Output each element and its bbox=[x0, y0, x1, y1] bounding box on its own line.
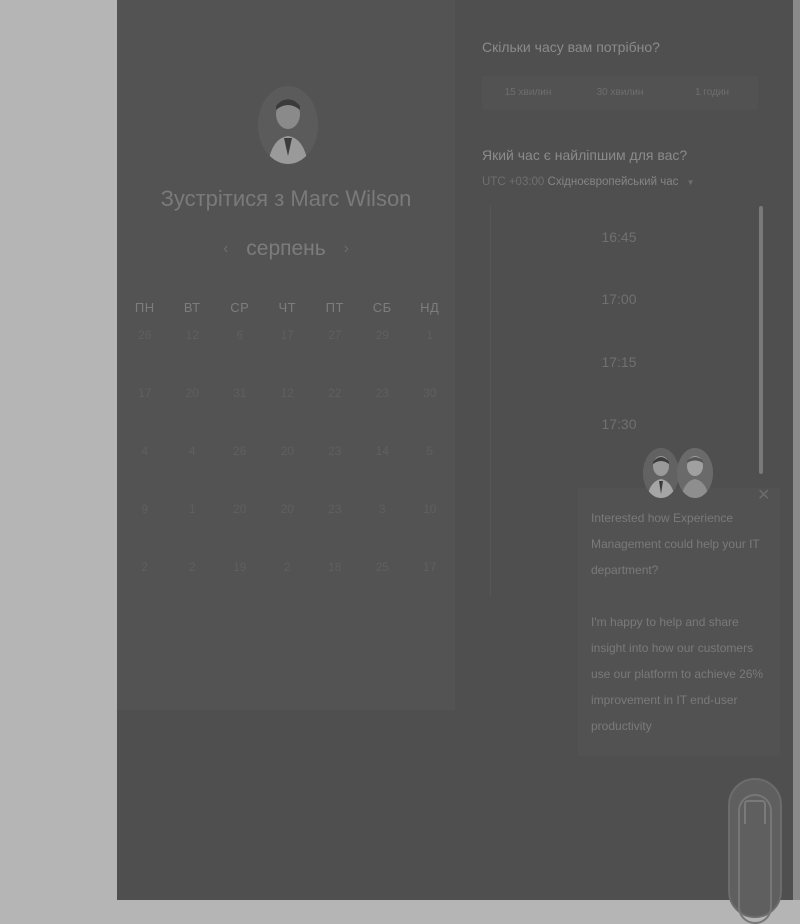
agent-avatar bbox=[677, 448, 713, 498]
calendar-day[interactable]: 27 bbox=[311, 322, 359, 380]
host-name: Marc Wilson bbox=[290, 186, 412, 211]
calendar-day[interactable]: 26 bbox=[121, 322, 169, 380]
time-slot[interactable]: 17:15 bbox=[491, 337, 747, 387]
weekday-label: СБ bbox=[372, 300, 392, 315]
chat-bubble-icon bbox=[744, 800, 766, 824]
calendar-day[interactable]: 5 bbox=[406, 438, 454, 496]
calendar-day[interactable]: 20 bbox=[264, 438, 312, 496]
duration-selector: 15 хвилин 30 хвилин 1 годин bbox=[482, 76, 758, 110]
chat-launcher-button[interactable] bbox=[728, 778, 782, 924]
calendar-week: 4 4 26 20 23 14 5 bbox=[121, 438, 454, 496]
calendar-day[interactable]: 12 bbox=[169, 322, 217, 380]
title-prefix: Зустрітися з bbox=[160, 186, 285, 211]
calendar-day[interactable]: 17 bbox=[121, 380, 169, 438]
month-label: серпень bbox=[246, 237, 326, 260]
calendar-week: 9 1 20 20 23 3 10 bbox=[121, 496, 454, 554]
calendar-day[interactable]: 31 bbox=[216, 380, 264, 438]
calendar-day[interactable]: 1 bbox=[169, 496, 217, 554]
timezone-offset: UTC +03:00 bbox=[482, 176, 545, 188]
calendar-day[interactable]: 2 bbox=[121, 554, 169, 612]
duration-option[interactable]: 1 годин bbox=[666, 76, 758, 110]
calendar-week: 26 12 6 17 27 29 1 bbox=[121, 322, 454, 380]
month-navigator: ‹ серпень › bbox=[117, 237, 455, 261]
calendar-day[interactable]: 14 bbox=[359, 438, 407, 496]
time-slot[interactable]: 17:30 bbox=[491, 399, 747, 449]
agent-avatar bbox=[643, 448, 679, 498]
host-avatar bbox=[258, 86, 318, 164]
calendar-day[interactable]: 20 bbox=[216, 496, 264, 554]
duration-option[interactable]: 30 хвилин bbox=[574, 76, 666, 110]
chevron-right-icon[interactable]: › bbox=[344, 240, 349, 258]
weekday-label: ПТ bbox=[325, 300, 344, 315]
calendar-day[interactable]: 2 bbox=[264, 554, 312, 612]
calendar-day[interactable]: 12 bbox=[264, 380, 312, 438]
chat-agent-avatars bbox=[643, 448, 715, 498]
calendar-day[interactable]: 4 bbox=[169, 438, 217, 496]
calendar-day[interactable]: 20 bbox=[169, 380, 217, 438]
calendar-day[interactable]: 25 bbox=[359, 554, 407, 612]
duration-option[interactable]: 15 хвилин bbox=[482, 76, 574, 110]
calendar-day[interactable]: 10 bbox=[406, 496, 454, 554]
caret-down-icon: ▼ bbox=[686, 178, 695, 187]
page-scrollbar[interactable] bbox=[793, 0, 800, 900]
time-slot[interactable]: 17:00 bbox=[491, 274, 747, 324]
duration-question: Скільки часу вам потрібно? bbox=[482, 39, 660, 55]
timezone-selector[interactable]: UTC +03:00 Східноєвропейський час ▼ bbox=[482, 176, 695, 188]
calendar-day[interactable]: 17 bbox=[406, 554, 454, 612]
calendar-day[interactable]: 3 bbox=[359, 496, 407, 554]
time-slot[interactable]: 16:45 bbox=[491, 212, 747, 262]
chat-message-line: Interested how Experience Management cou… bbox=[591, 511, 760, 577]
close-icon[interactable]: ✕ bbox=[757, 485, 770, 505]
calendar-day[interactable]: 4 bbox=[121, 438, 169, 496]
calendar-grid: 26 12 6 17 27 29 1 17 20 31 12 22 23 30 … bbox=[121, 322, 454, 612]
calendar-day[interactable]: 2 bbox=[169, 554, 217, 612]
calendar-day[interactable]: 19 bbox=[216, 554, 264, 612]
weekday-label: ВТ bbox=[183, 300, 201, 315]
weekday-label: ЧТ bbox=[278, 300, 297, 315]
weekday-header: ПН ВТ СР ЧТ ПТ СБ НД bbox=[121, 300, 454, 315]
chat-message: Interested how Experience Management cou… bbox=[591, 505, 771, 765]
calendar-day[interactable]: 17 bbox=[264, 322, 312, 380]
calendar-day[interactable]: 23 bbox=[311, 438, 359, 496]
weekday-label: НД bbox=[420, 300, 440, 315]
chat-message-line: I'm happy to help and share insight into… bbox=[591, 615, 764, 733]
timezone-name: Східноєвропейський час bbox=[547, 176, 679, 188]
weekday-label: ПН bbox=[134, 300, 155, 315]
calendar-day[interactable]: 6 bbox=[216, 322, 264, 380]
calendar-week: 2 2 19 2 18 25 17 bbox=[121, 554, 454, 612]
calendar-week: 17 20 31 12 22 23 30 bbox=[121, 380, 454, 438]
time-slot-scrollbar[interactable] bbox=[759, 206, 763, 474]
calendar-day[interactable]: 1 bbox=[406, 322, 454, 380]
calendar-day[interactable]: 29 bbox=[359, 322, 407, 380]
weekday-label: СР bbox=[230, 300, 250, 315]
calendar-day[interactable]: 18 bbox=[311, 554, 359, 612]
time-question: Який час є найліпшим для вас? bbox=[482, 147, 688, 163]
page-title: Зустрітися з Marc Wilson bbox=[117, 186, 455, 212]
calendar-day[interactable]: 23 bbox=[359, 380, 407, 438]
calendar-day[interactable]: 20 bbox=[264, 496, 312, 554]
calendar-day[interactable]: 22 bbox=[311, 380, 359, 438]
calendar-day[interactable]: 26 bbox=[216, 438, 264, 496]
calendar-day[interactable]: 30 bbox=[406, 380, 454, 438]
calendar-day[interactable]: 23 bbox=[311, 496, 359, 554]
calendar-day[interactable]: 9 bbox=[121, 496, 169, 554]
chevron-left-icon[interactable]: ‹ bbox=[223, 240, 228, 258]
